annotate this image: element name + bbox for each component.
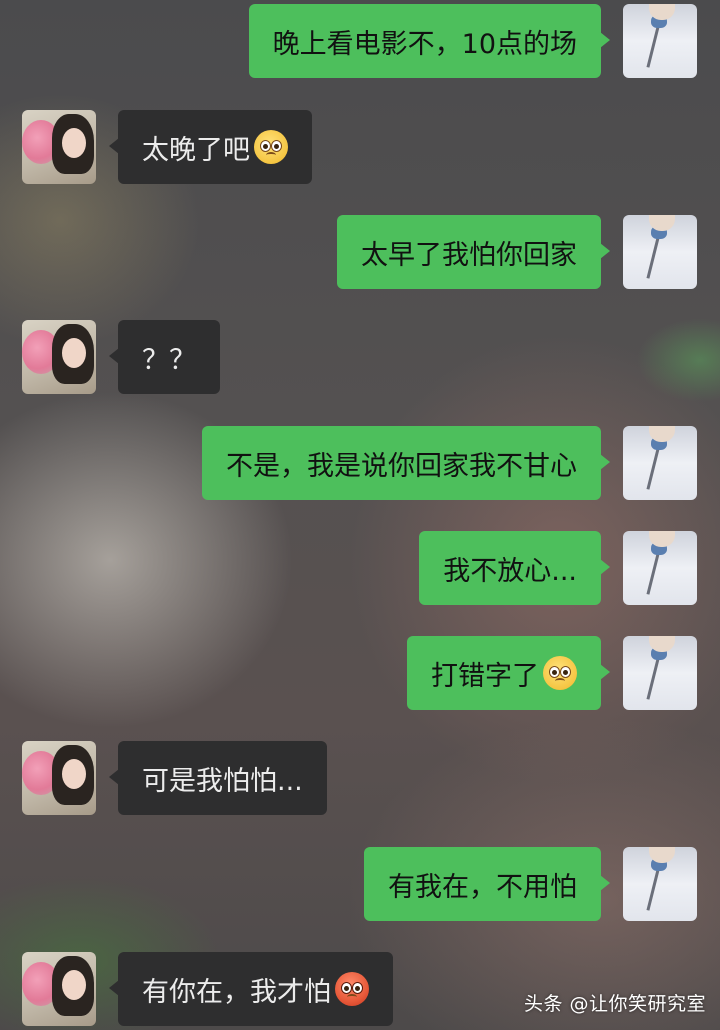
message-text: 太晚了吧 — [142, 134, 250, 166]
message-bubble[interactable]: 打错字了 — [407, 636, 610, 710]
my-avatar[interactable] — [623, 215, 697, 289]
my-avatar[interactable] — [623, 4, 697, 78]
message-text: ？？ — [142, 344, 196, 376]
message-text: 晚上看电影不，10点的场 — [272, 28, 577, 60]
my-avatar[interactable] — [623, 636, 697, 710]
chat-message-sent: 我不放心... — [419, 531, 697, 605]
contact-avatar[interactable] — [22, 110, 96, 184]
message-bubble[interactable]: 可是我怕怕... — [109, 741, 327, 815]
message-text: 有我在，不用怕 — [388, 871, 577, 903]
my-avatar[interactable] — [623, 531, 697, 605]
contact-avatar[interactable] — [22, 320, 96, 394]
chat-message-received: 有你在，我才怕 — [22, 952, 393, 1026]
message-bubble[interactable]: 不是，我是说你回家我不甘心 — [202, 426, 610, 500]
message-bubble[interactable]: 有你在，我才怕 — [109, 952, 393, 1026]
chat-message-sent: 晚上看电影不，10点的场 — [248, 4, 697, 78]
contact-avatar[interactable] — [22, 952, 96, 1026]
source-watermark: 头条 @让你笑研究室 — [523, 993, 706, 1015]
my-avatar[interactable] — [623, 426, 697, 500]
message-text: 我不放心... — [443, 555, 577, 587]
message-bubble[interactable]: 太早了我怕你回家 — [337, 215, 610, 289]
angry-face-icon — [335, 972, 369, 1006]
my-avatar[interactable] — [623, 847, 697, 921]
message-text: 太早了我怕你回家 — [361, 239, 577, 271]
pleading-face-icon — [543, 656, 577, 690]
message-bubble[interactable]: 我不放心... — [419, 531, 610, 605]
message-bubble[interactable]: 晚上看电影不，10点的场 — [248, 4, 611, 78]
chat-message-sent: 不是，我是说你回家我不甘心 — [202, 426, 697, 500]
flushed-face-icon — [254, 130, 288, 164]
chat-message-received: 太晚了吧 — [22, 110, 312, 184]
message-bubble[interactable]: 有我在，不用怕 — [364, 847, 610, 921]
contact-avatar[interactable] — [22, 741, 96, 815]
message-bubble[interactable]: 太晚了吧 — [109, 110, 312, 184]
chat-message-sent: 有我在，不用怕 — [364, 847, 697, 921]
message-text: 打错字了 — [431, 660, 539, 692]
chat-message-received: 可是我怕怕... — [22, 741, 327, 815]
chat-message-sent: 太早了我怕你回家 — [337, 215, 697, 289]
message-text: 不是，我是说你回家我不甘心 — [226, 450, 577, 482]
message-bubble[interactable]: ？？ — [109, 320, 220, 394]
chat-message-received: ？？ — [22, 320, 220, 394]
chat-message-sent: 打错字了 — [407, 636, 697, 710]
message-text: 可是我怕怕... — [142, 765, 303, 797]
message-text: 有你在，我才怕 — [142, 976, 331, 1008]
